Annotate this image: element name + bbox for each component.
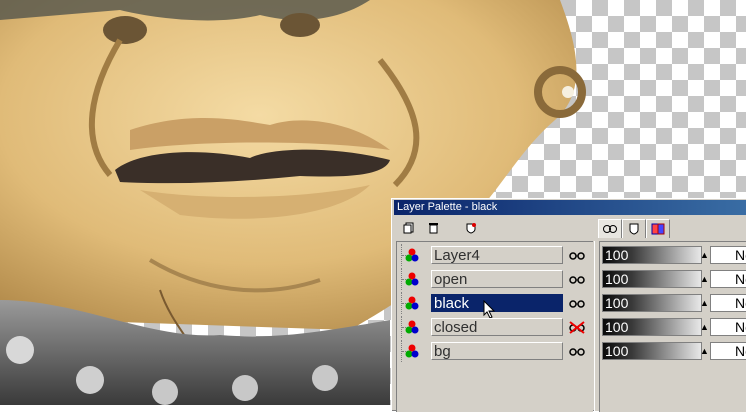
opacity-spinner[interactable]: ▲ bbox=[700, 318, 709, 336]
layer-list: Layer4 open black closed bg bbox=[396, 241, 593, 412]
palette-title[interactable]: Layer Palette - black bbox=[394, 200, 746, 215]
layer-type-icon bbox=[405, 344, 419, 358]
opacity-slider[interactable]: 100 bbox=[602, 342, 702, 360]
layer-props-row: 100 ▲ Normal bbox=[600, 340, 746, 362]
layer-palette: Layer Palette - black Layer4 open black … bbox=[391, 198, 746, 412]
layer-row[interactable]: bg bbox=[397, 340, 593, 362]
layer-row[interactable]: closed bbox=[397, 316, 593, 338]
blend-mode-select[interactable]: Normal bbox=[710, 246, 746, 264]
delete-layer-icon[interactable] bbox=[424, 220, 442, 236]
mask-tab-icon[interactable] bbox=[622, 219, 646, 238]
layer-properties: 100 ▲ Normal 100 ▲ Normal 100 ▲ Normal 1… bbox=[599, 241, 746, 412]
new-layer-icon[interactable] bbox=[400, 220, 418, 236]
layer-name[interactable]: Layer4 bbox=[431, 246, 563, 264]
opacity-value: 100 bbox=[605, 271, 629, 287]
opacity-spinner[interactable]: ▲ bbox=[700, 270, 709, 288]
opacity-slider[interactable]: 100 bbox=[602, 294, 702, 312]
opacity-spinner[interactable]: ▲ bbox=[700, 246, 709, 264]
layer-row[interactable]: Layer4 bbox=[397, 244, 593, 266]
layer-type-icon bbox=[405, 248, 419, 262]
opacity-spinner[interactable]: ▲ bbox=[700, 342, 709, 360]
palette-tabs bbox=[598, 219, 670, 238]
layer-props-row: 100 ▲ Normal bbox=[600, 316, 746, 338]
layer-props-row: 100 ▲ Normal bbox=[600, 244, 746, 266]
opacity-slider[interactable]: 100 bbox=[602, 270, 702, 288]
opacity-spinner[interactable]: ▲ bbox=[700, 294, 709, 312]
layer-props-row: 100 ▲ Normal bbox=[600, 292, 746, 314]
opacity-slider[interactable]: 100 bbox=[602, 318, 702, 336]
opacity-value: 100 bbox=[605, 343, 629, 359]
layer-type-icon bbox=[405, 320, 419, 334]
layer-row[interactable]: open bbox=[397, 268, 593, 290]
nostril-left bbox=[103, 16, 147, 44]
opacity-value: 100 bbox=[605, 319, 629, 335]
opacity-value: 100 bbox=[605, 247, 629, 263]
blend-mode-select[interactable]: Normal bbox=[710, 270, 746, 288]
hidden-glasses-icon[interactable] bbox=[569, 320, 585, 334]
opacity-value: 100 bbox=[605, 295, 629, 311]
layer-props-row: 100 ▲ Normal bbox=[600, 268, 746, 290]
layer-row-selected[interactable]: black bbox=[397, 292, 593, 319]
palette-toolbar bbox=[394, 217, 746, 239]
layer-name[interactable]: open bbox=[431, 270, 563, 288]
visibility-glasses-icon[interactable] bbox=[569, 272, 585, 286]
layer-name[interactable]: black bbox=[431, 294, 563, 312]
layer-name[interactable]: bg bbox=[431, 342, 563, 360]
opacity-slider[interactable]: 100 bbox=[602, 246, 702, 264]
layer-type-icon bbox=[405, 296, 419, 310]
layer-group-tab-icon[interactable] bbox=[646, 219, 670, 238]
layer-properties-tab-icon[interactable] bbox=[598, 219, 622, 238]
layer-name[interactable]: closed bbox=[431, 318, 563, 336]
visibility-glasses-icon[interactable] bbox=[569, 296, 585, 310]
nostril-right bbox=[280, 13, 320, 37]
blend-mode-select[interactable]: Normal bbox=[710, 342, 746, 360]
layer-type-icon bbox=[405, 272, 419, 286]
visibility-glasses-icon[interactable] bbox=[569, 248, 585, 262]
blend-mode-select[interactable]: Normal bbox=[710, 318, 746, 336]
visibility-glasses-icon[interactable] bbox=[569, 344, 585, 358]
mask-icon[interactable] bbox=[462, 220, 480, 236]
blend-mode-select[interactable]: Normal bbox=[710, 294, 746, 312]
